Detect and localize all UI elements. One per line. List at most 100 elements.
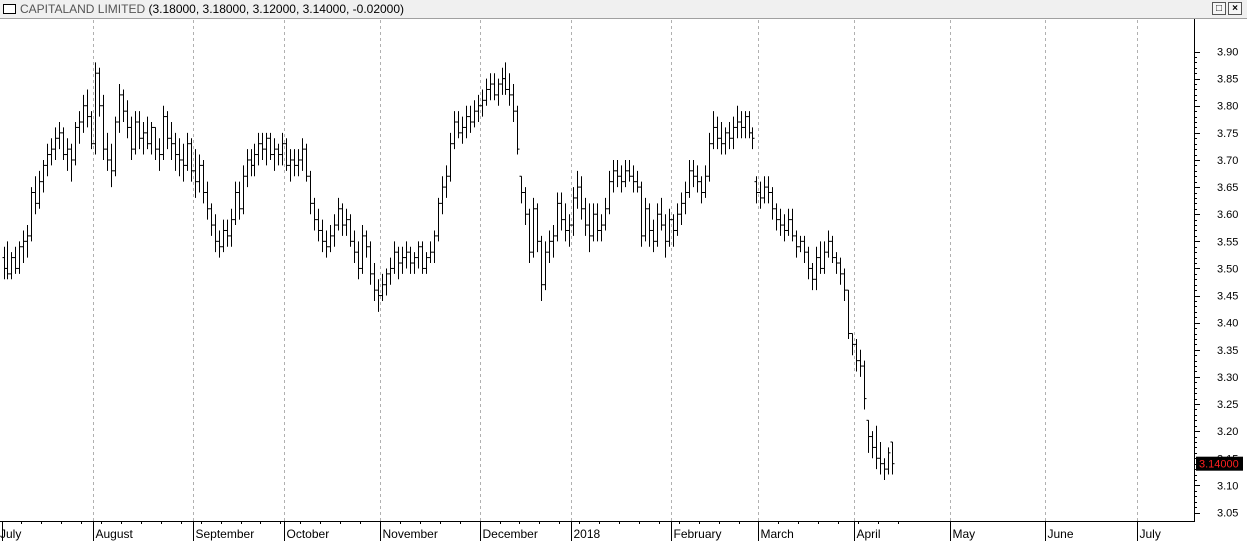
ohlc-bars: [2, 62, 895, 480]
ohlc-bar: [280, 132, 285, 166]
ohlc-bar: [603, 197, 608, 231]
ohlc-bar: [85, 89, 90, 128]
ohlc-bar: [770, 187, 775, 220]
ohlc-bar: [372, 263, 377, 301]
ohlc-bar: [444, 165, 449, 198]
close-button[interactable]: ×: [1228, 2, 1242, 15]
ohlc-bar: [197, 154, 202, 193]
ohlc-bar: [790, 208, 795, 242]
ohlc-bar: [189, 138, 194, 182]
ohlc-bar: [153, 126, 158, 160]
ohlc-bar: [165, 111, 170, 150]
ohlc-bar: [89, 111, 94, 150]
ohlc-bar: [121, 89, 126, 123]
ohlc-bar: [332, 214, 337, 247]
ohlc-bar: [468, 105, 473, 133]
ohlc-bar: [858, 349, 863, 377]
gridlines: [93, 20, 1138, 521]
y-axis-ticks: 3.053.103.153.203.253.303.353.403.453.50…: [1195, 47, 1238, 520]
ohlc-bar: [77, 111, 82, 144]
ohlc-bar: [651, 219, 656, 253]
ohlc-bar: [93, 62, 98, 155]
y-tick-label: 3.20: [1217, 426, 1238, 438]
ohlc-bar: [766, 176, 771, 204]
ohlc-bar: [296, 149, 301, 177]
ohlc-bar: [519, 175, 524, 204]
ohlc-bar: [631, 165, 636, 193]
ohlc-bar: [380, 273, 385, 301]
ohlc-bar: [384, 268, 389, 296]
y-tick-label: 3.25: [1217, 399, 1238, 411]
ohlc-bar: [810, 263, 815, 291]
ohlc-bar: [348, 214, 353, 247]
ohlc-bar: [890, 441, 895, 475]
ohlc-bar: [707, 132, 712, 182]
ohlc-bar: [193, 149, 198, 198]
y-tick-label: 3.65: [1217, 182, 1238, 194]
last-price-label: 3.14000: [1199, 459, 1239, 471]
x-tick-label: June: [1048, 527, 1074, 541]
ohlc-bar: [480, 89, 485, 117]
ohlc-bar: [659, 197, 664, 231]
ohlc-bar: [814, 246, 819, 291]
ohlc-bar: [344, 208, 349, 236]
ohlc-bar: [818, 241, 823, 274]
ohlc-bar: [260, 132, 265, 160]
ohlc-bar: [683, 181, 688, 215]
ohlc-bar: [125, 100, 130, 139]
ohlc-bar: [304, 143, 309, 182]
ohlc-bar: [623, 159, 628, 188]
ohlc-bar: [503, 62, 508, 95]
y-tick-label: 3.75: [1217, 128, 1238, 140]
ohlc-bar: [671, 214, 676, 247]
ohlc-bar: [842, 268, 847, 301]
ohlc-bar: [416, 241, 421, 269]
y-tick-label: 3.05: [1217, 508, 1238, 520]
ohlc-bar: [452, 111, 457, 150]
restore-button[interactable]: □: [1212, 2, 1226, 15]
ohlc-bar: [663, 214, 668, 258]
ohlc-bar: [392, 241, 397, 274]
ohlc-bar: [806, 246, 811, 280]
ohlc-bar: [21, 230, 26, 264]
ohlc-bar: [133, 111, 138, 155]
ohlc-bar: [774, 203, 779, 231]
price-chart[interactable]: 3.053.103.153.203.253.303.353.403.453.50…: [0, 0, 1247, 544]
ohlc-bar: [256, 132, 261, 166]
ohlc-bar: [567, 214, 572, 247]
ohlc-bar: [715, 116, 720, 150]
ohlc-bar: [205, 181, 210, 220]
ohlc-bar: [109, 143, 114, 188]
ohlc-bar: [221, 219, 226, 253]
ohlc-bar: [276, 143, 281, 166]
ohlc-bar: [9, 252, 14, 280]
ohlc-bar: [822, 241, 827, 274]
ohlc-bar: [428, 241, 433, 264]
ohlc-bar: [368, 241, 373, 285]
ohlc-bar: [758, 181, 763, 209]
ohlc-bar: [695, 165, 700, 193]
ohlc-bar: [400, 246, 405, 274]
ohlc-bar: [750, 127, 755, 150]
ohlc-bar: [731, 116, 736, 150]
ohlc-bar: [635, 170, 640, 193]
ohlc-bar: [687, 159, 692, 198]
ohlc-bar: [360, 225, 365, 274]
ohlc-bar: [57, 122, 62, 150]
ohlc-bar: [834, 252, 839, 274]
ohlc-bar: [488, 73, 493, 101]
ohlc-bar: [308, 170, 313, 215]
ohlc-bar: [559, 192, 564, 231]
ohlc-bar: [675, 203, 680, 236]
ohlc-bar: [643, 197, 648, 242]
ohlc-bar: [320, 219, 325, 253]
ohlc-bar: [786, 208, 791, 236]
ohlc-bar: [432, 230, 437, 264]
ohlc-bar: [838, 257, 843, 285]
ohlc-bar: [870, 431, 875, 459]
ohlc-bar: [611, 159, 616, 193]
ohlc-bar: [300, 138, 305, 171]
ohlc-bar: [543, 241, 548, 291]
ohlc-bar: [157, 138, 162, 171]
chart-window-icon: [3, 4, 16, 14]
